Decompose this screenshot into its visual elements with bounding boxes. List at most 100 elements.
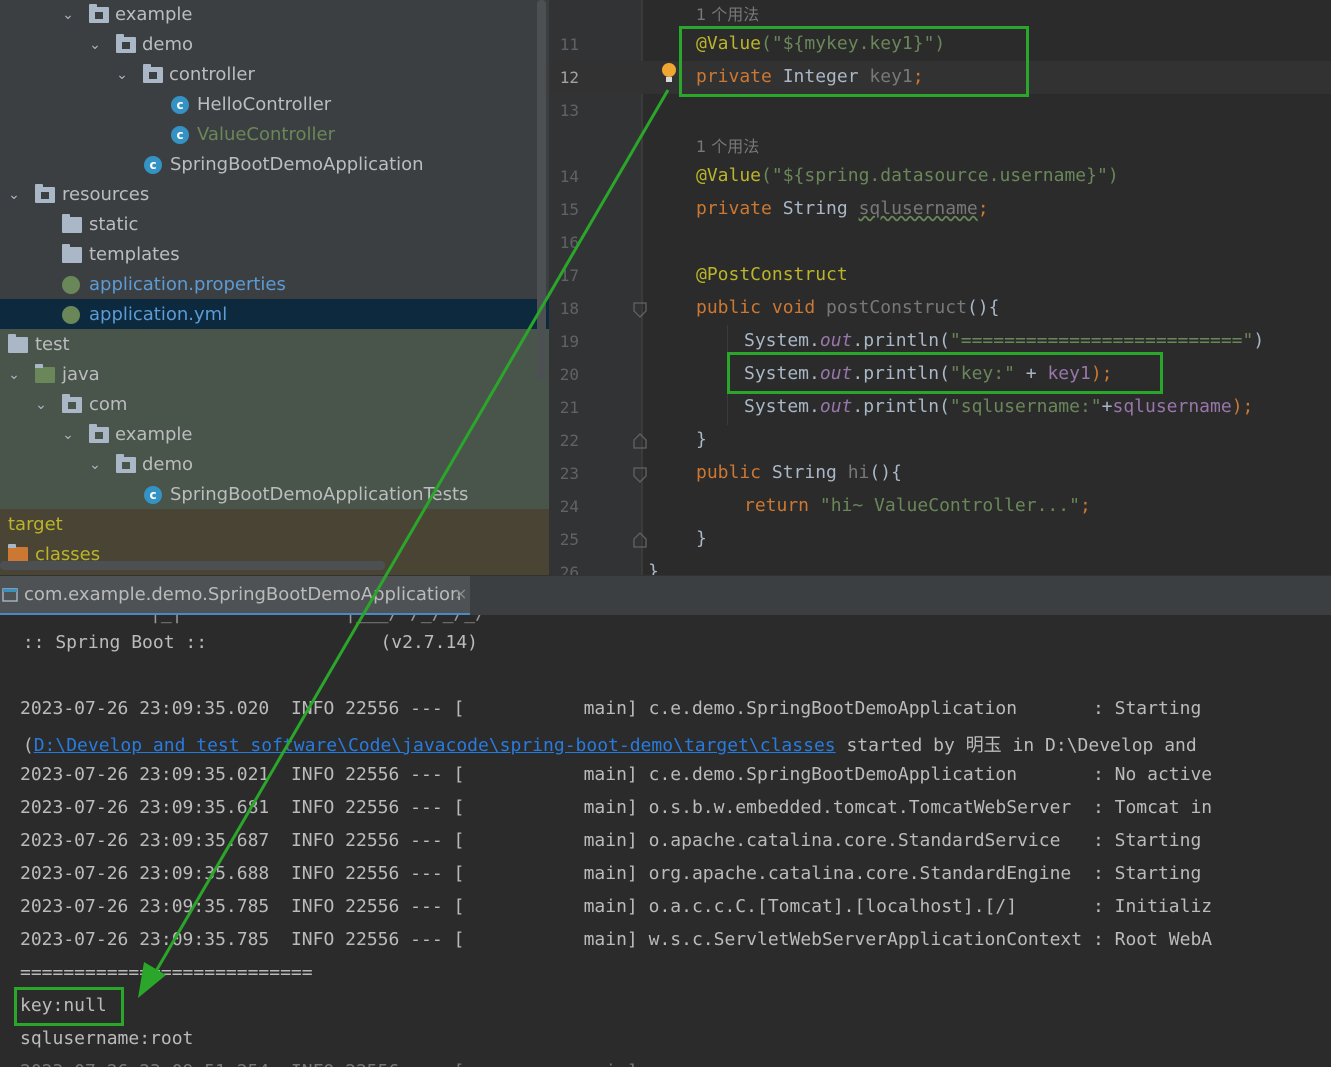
fold-icon[interactable]	[633, 467, 647, 483]
chevron-down-icon[interactable]: ⌄	[34, 390, 48, 420]
line-number: 22	[559, 431, 579, 450]
run-tab-label: com.example.demo.SpringBootDemoApplicati…	[24, 584, 462, 605]
highlight-box-key-null	[14, 987, 124, 1026]
chevron-down-icon[interactable]: ⌄	[61, 420, 75, 450]
run-tab-bar: com.example.demo.SpringBootDemoApplicati…	[0, 575, 1331, 616]
next-log-row-partial: 2023-07-26 23:09:51.254 INFO 22556 --- […	[20, 1061, 638, 1067]
line-number: 14	[559, 167, 579, 186]
line-number: 24	[559, 497, 579, 516]
folder-icon	[62, 214, 82, 233]
line-number: 19	[559, 332, 579, 351]
chevron-down-icon[interactable]: ⌄	[7, 360, 21, 390]
tree-item-example-test[interactable]: ⌄ example	[0, 420, 549, 450]
code-line-24: return "hi~ ValueController...";	[744, 495, 1091, 516]
chevron-down-icon[interactable]: ⌄	[88, 30, 102, 60]
line-number: 11	[559, 35, 579, 54]
lightbulb-icon[interactable]	[659, 61, 679, 87]
spring-config-icon	[62, 306, 80, 324]
code-line-21: System.out.println("sqlusername:"+sqluse…	[744, 396, 1254, 417]
tree-item-test[interactable]: test	[0, 330, 549, 360]
tree-item-templates[interactable]: templates	[0, 240, 549, 270]
code-line-17: @PostConstruct	[696, 264, 848, 285]
tree-item-example[interactable]: ⌄ example	[0, 0, 549, 30]
java-class-icon: c	[171, 96, 189, 114]
console-icon	[2, 588, 18, 602]
code-line-18: public void postConstruct(){	[696, 297, 1000, 318]
console-separator: ===========================	[20, 962, 313, 983]
line-number: 17	[559, 266, 579, 285]
close-icon[interactable]: ×	[454, 584, 467, 603]
folder-icon	[62, 244, 82, 263]
log-row: 2023-07-26 23:09:35.688 INFO 22556 --- […	[20, 863, 1202, 884]
log-row: 2023-07-26 23:09:35.020 INFO 22556 --- […	[20, 698, 1202, 719]
console-banner: :: Spring Boot :: (v2.7.14)	[12, 632, 478, 653]
line-number: 23	[559, 464, 579, 483]
sqlusername-output-line: sqlusername:root	[20, 1028, 194, 1049]
line-number: 12	[559, 68, 579, 87]
usage-hint[interactable]: 1 个用法	[696, 133, 759, 157]
fold-icon[interactable]	[633, 532, 647, 548]
code-line-14: @Value("${spring.datasource.username}")	[696, 165, 1119, 186]
log-row: 2023-07-26 23:09:35.021 INFO 22556 --- […	[20, 764, 1213, 785]
folder-icon	[8, 334, 28, 353]
tree-item-resources[interactable]: ⌄ resources	[0, 180, 549, 210]
tree-vertical-scrollbar[interactable]	[537, 0, 546, 380]
tree-item-hellocontroller[interactable]: c HelloController	[0, 90, 549, 120]
classpath-link[interactable]: D:\Develop and test software\Code\javaco…	[34, 735, 836, 756]
log-path-row: (D:\Develop and test software\Code\javac…	[12, 735, 1197, 756]
log-row: 2023-07-26 23:09:35.785 INFO 22556 --- […	[20, 929, 1213, 950]
java-class-icon: c	[171, 126, 189, 144]
line-number: 26	[559, 563, 579, 575]
tree-item-application-properties[interactable]: application.properties	[0, 270, 549, 300]
line-number: 18	[559, 299, 579, 318]
tree-item-static[interactable]: static	[0, 210, 549, 240]
code-line-26: }	[648, 561, 659, 575]
run-tab[interactable]: com.example.demo.SpringBootDemoApplicati…	[0, 576, 470, 614]
tree-item-springbootdemoapplicationtests[interactable]: c SpringBootDemoApplicationTests	[0, 480, 549, 510]
chevron-down-icon[interactable]: ⌄	[88, 450, 102, 480]
project-tree-panel: ⌄ example ⌄ demo ⌄ controller c HelloCon…	[0, 0, 549, 575]
folder-icon	[89, 4, 109, 23]
chevron-down-icon[interactable]: ⌄	[115, 60, 129, 90]
fold-icon[interactable]	[633, 433, 647, 449]
code-line-22: }	[696, 429, 707, 450]
folder-icon	[143, 64, 163, 83]
console-output[interactable]: |_| |___/ /_/_/_/ :: Spring Boot :: (v2.…	[0, 615, 1331, 1067]
test-folder-icon	[35, 364, 55, 383]
code-line-23: public String hi(){	[696, 462, 902, 483]
highlight-box-println-key	[727, 352, 1163, 394]
tree-item-java[interactable]: ⌄ java	[0, 360, 549, 390]
line-number: 21	[559, 398, 579, 417]
tree-item-valuecontroller[interactable]: c ValueController	[0, 120, 549, 150]
spring-boot-class-icon: c	[144, 156, 162, 174]
log-row: 2023-07-26 23:09:35.687 INFO 22556 --- […	[20, 830, 1202, 851]
chevron-down-icon[interactable]: ⌄	[7, 180, 21, 210]
code-line-15: private String sqlusername;	[696, 198, 989, 219]
folder-icon	[116, 454, 136, 473]
log-row: 2023-07-26 23:09:35.785 INFO 22556 --- […	[20, 896, 1213, 917]
line-number: 15	[559, 200, 579, 219]
console-banner-partial: |_| |___/ /_/_/_/	[150, 615, 486, 624]
highlight-box-value-annotation	[679, 26, 1029, 97]
tree-item-demo-test[interactable]: ⌄ demo	[0, 450, 549, 480]
tree-item-springbootdemoapplication[interactable]: c SpringBootDemoApplication	[0, 150, 549, 180]
tree-item-controller[interactable]: ⌄ controller	[0, 60, 549, 90]
tree-item-application-yml[interactable]: application.yml	[0, 300, 549, 330]
log-row: 2023-07-26 23:09:35.681 INFO 22556 --- […	[20, 797, 1213, 818]
code-line-25: }	[696, 528, 707, 549]
tree-horizontal-scrollbar[interactable]	[0, 561, 385, 570]
tree-item-com[interactable]: ⌄ com	[0, 390, 549, 420]
line-number: 16	[559, 233, 579, 252]
resources-folder-icon	[35, 184, 55, 203]
folder-icon	[89, 424, 109, 443]
tree-item-demo[interactable]: ⌄ demo	[0, 30, 549, 60]
usage-hint[interactable]: 1 个用法	[696, 1, 759, 25]
fold-icon[interactable]	[633, 302, 647, 318]
code-line-19: System.out.println("====================…	[744, 330, 1265, 351]
folder-icon	[116, 34, 136, 53]
chevron-down-icon[interactable]: ⌄	[61, 0, 75, 30]
line-number: 20	[559, 365, 579, 384]
tree-item-target[interactable]: target	[0, 510, 549, 540]
line-number: 25	[559, 530, 579, 549]
test-class-icon: c	[144, 486, 162, 504]
